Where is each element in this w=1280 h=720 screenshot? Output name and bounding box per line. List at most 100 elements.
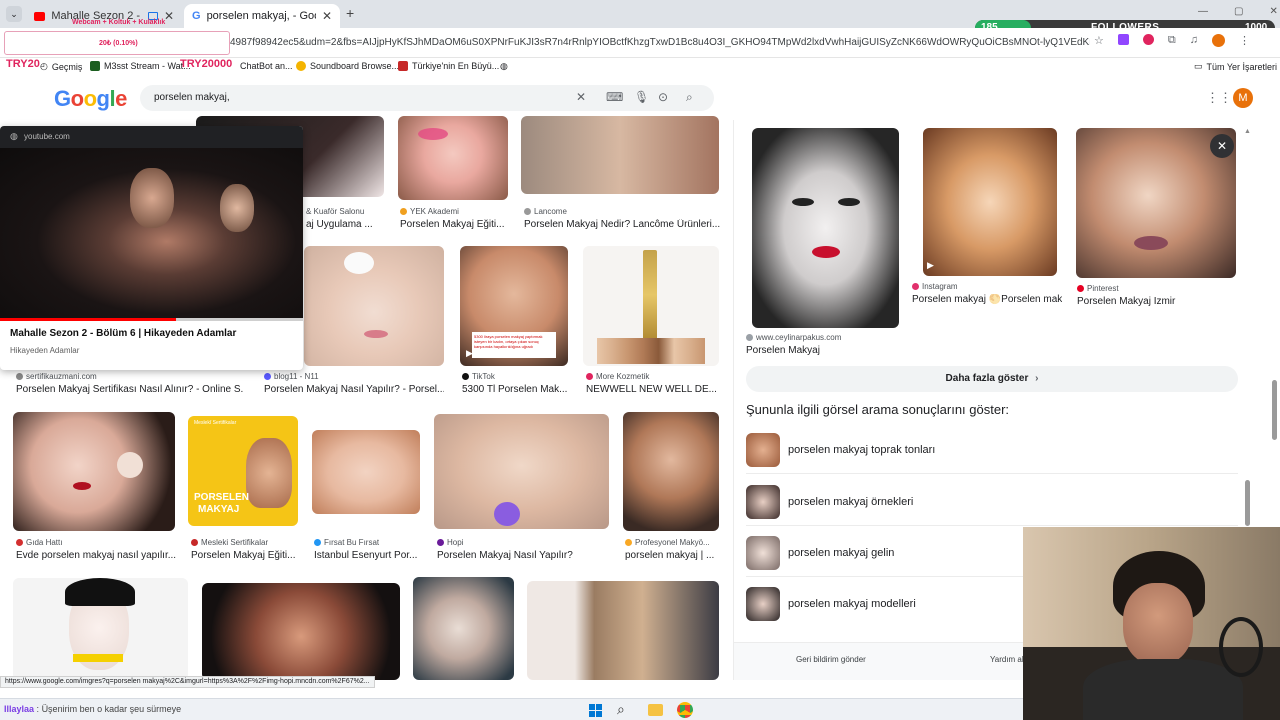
scrollbar-thumb[interactable] (1245, 480, 1250, 526)
result-title[interactable]: Porselen Makyaj Sertifikası Nasıl Alınır… (16, 384, 244, 395)
panel-image-source[interactable]: Instagram (912, 282, 958, 291)
url-input[interactable]: 4987f98942ec5&udm=2&fbs=AIJjpHyKfSJhMDaO… (230, 32, 1090, 54)
result-source[interactable]: YEK Akademi (400, 207, 459, 216)
page-scrollbar-thumb[interactable] (1272, 380, 1277, 440)
result-title[interactable]: aj Uygulama ... (306, 219, 386, 230)
all-bookmarks[interactable]: ▭ Tüm Yer İşaretleri (1194, 61, 1277, 72)
result-source[interactable]: Profesyonel Makyö... (625, 538, 710, 547)
result-title[interactable]: 5300 Tl Porselen Mak... (462, 384, 570, 395)
panel-image-title[interactable]: Porselen makyaj 🌕Porselen mak... (912, 294, 1062, 305)
panel-main-source[interactable]: www.ceylinarpakus.com (746, 333, 841, 342)
show-more-button[interactable]: Daha fazla göster › (746, 366, 1238, 392)
result-image[interactable] (434, 414, 609, 529)
result-source[interactable]: Hopi (437, 538, 463, 547)
scrollbar-track[interactable]: ▲ (1244, 128, 1252, 528)
bookmark-turkiye[interactable]: Türkiye'nin En Büyü... (398, 61, 499, 71)
bookmark-history[interactable]: ◴ Geçmiş (40, 61, 82, 72)
panel-image-title[interactable]: Porselen Makyaj İzmir (1077, 296, 1237, 307)
tab-search-button[interactable]: ⌄ (6, 6, 22, 22)
extensions-icon[interactable]: ⧉ (1168, 34, 1176, 47)
maximize-icon[interactable]: ▢ (1234, 6, 1243, 17)
result-title[interactable]: porselen makyaj | ... (625, 550, 719, 561)
result-poster[interactable]: Meslekî Sertifikalar PORSELEN MAKYAJ (188, 416, 298, 526)
tab-google[interactable]: G porselen makyaj, - Google'da A ✕ (184, 4, 340, 28)
menu-dots-icon[interactable]: ⋮ (1239, 34, 1250, 47)
new-tab-button[interactable]: + (346, 5, 354, 21)
bookmark-star-icon[interactable]: ☆ (1094, 34, 1104, 47)
preview-side-image[interactable]: ▶ (923, 128, 1057, 276)
pip-channel[interactable]: Hikayeden Adamlar (10, 346, 79, 355)
start-icon[interactable] (589, 704, 602, 717)
result-source[interactable]: Mesleki Sertifikalar (191, 538, 268, 547)
result-image[interactable] (398, 116, 508, 200)
result-source[interactable]: Gıda Hattı (16, 538, 62, 547)
clear-icon[interactable]: ✕ (576, 90, 586, 104)
lens-icon[interactable]: ⊙ (658, 90, 668, 104)
result-image[interactable] (202, 583, 400, 680)
result-image[interactable] (521, 116, 719, 194)
minimize-icon[interactable]: — (1198, 6, 1208, 17)
result-image[interactable] (312, 430, 420, 514)
keyboard-icon[interactable]: ⌨ (606, 90, 623, 104)
scroll-up-icon[interactable]: ▲ (1244, 128, 1251, 135)
close-tab-icon[interactable]: ✕ (322, 9, 332, 23)
result-image[interactable] (413, 577, 514, 680)
chrome-icon[interactable] (677, 702, 693, 718)
result-image[interactable] (623, 412, 719, 531)
pip-video-frame[interactable] (0, 148, 303, 318)
panel-main-title[interactable]: Porselen Makyaj (746, 345, 946, 356)
pip-progress-track[interactable] (0, 318, 303, 321)
result-image[interactable] (13, 578, 188, 680)
related-search-item[interactable]: porselen makyaj örnekleri (746, 478, 1238, 526)
account-avatar[interactable]: M (1233, 88, 1253, 108)
result-video-thumb[interactable]: 5300 liraya porselen makyaj yaptırmak is… (460, 246, 568, 366)
google-logo[interactable]: Google (54, 86, 127, 112)
pip-title[interactable]: Mahalle Sezon 2 - Bölüm 6 | Hikayeden Ad… (10, 328, 236, 339)
result-title[interactable]: Porselen Makyaj Eğiti... (191, 550, 301, 561)
result-title[interactable]: Porselen Makyaj Nasıl Yapılır? - Porsel.… (264, 384, 444, 395)
result-title[interactable]: Porselen Makyaj Eğiti... (400, 219, 510, 230)
search-icon[interactable]: ⌕ (686, 90, 693, 105)
help-link[interactable]: Yardım al (990, 655, 1024, 664)
close-window-icon[interactable]: ✕ (1269, 6, 1277, 17)
search-box[interactable]: porselen makyaj, ✕ ⌨ 🎙︎ ⊙ ⌕ (140, 85, 714, 111)
bookmark-label: Tüm Yer İşaretleri (1206, 61, 1278, 72)
bookmark-soundboard[interactable]: Soundboard Browse... (296, 61, 399, 71)
result-title[interactable]: Evde porselen makyaj nasıl yapılır... (16, 550, 176, 561)
preview-main-image[interactable] (752, 128, 899, 328)
close-panel-button[interactable]: ✕ (1210, 134, 1234, 158)
bookmark-m3sst[interactable]: M3sst Stream - Wat... (90, 61, 191, 71)
feedback-link[interactable]: Geri bildirim gönder (796, 655, 866, 664)
bookmark-globe[interactable]: ◍ (500, 61, 508, 72)
profile-avatar[interactable] (1211, 34, 1225, 47)
result-source[interactable]: blog11 - N11 (264, 372, 319, 381)
result-title[interactable]: Porselen Makyaj Nedir? Lancôme Ürünleri.… (524, 219, 720, 230)
microphone-icon[interactable]: 🎙︎ (634, 90, 649, 104)
result-title[interactable]: Porselen Makyaj Nasıl Yapılır? (437, 550, 609, 561)
result-source[interactable]: Lancome (524, 207, 567, 216)
result-source[interactable]: sertifikauzmani.com (16, 372, 97, 381)
result-image[interactable] (13, 412, 175, 531)
result-source[interactable]: & Kuaför Salonu (306, 207, 364, 216)
panel-image-source[interactable]: Pinterest (1077, 284, 1119, 293)
file-explorer-icon[interactable] (648, 704, 663, 716)
related-thumb (746, 432, 780, 467)
result-image[interactable] (583, 246, 719, 366)
result-source[interactable]: TikTok (462, 372, 495, 381)
close-tab-icon[interactable]: ✕ (164, 9, 174, 23)
result-image[interactable] (527, 581, 719, 680)
result-source[interactable]: Fırsat Bu Fırsat (314, 538, 379, 547)
search-icon[interactable]: ⌕ (617, 701, 625, 718)
apps-grid-icon[interactable]: ⋮⋮ (1206, 90, 1232, 106)
result-title[interactable]: NEWWELL NEW WELL DE... (586, 384, 720, 395)
extension-twitch-icon[interactable] (1117, 34, 1129, 45)
result-title[interactable]: İstanbul Esenyurt Por... (314, 550, 420, 561)
media-control-icon[interactable]: ♫ (1190, 34, 1198, 47)
extension-adblock-icon[interactable] (1142, 34, 1154, 45)
search-input[interactable]: porselen makyaj, (154, 92, 230, 103)
picture-in-picture-video[interactable]: ◍ youtube.com Mahalle Sezon 2 - Bölüm 6 … (0, 126, 303, 370)
related-search-item[interactable]: porselen makyaj toprak tonları (746, 426, 1238, 474)
bookmark-chatbot[interactable]: ChatBot an... (240, 61, 293, 71)
result-image[interactable] (304, 246, 444, 366)
result-source[interactable]: More Kozmetik (586, 372, 649, 381)
